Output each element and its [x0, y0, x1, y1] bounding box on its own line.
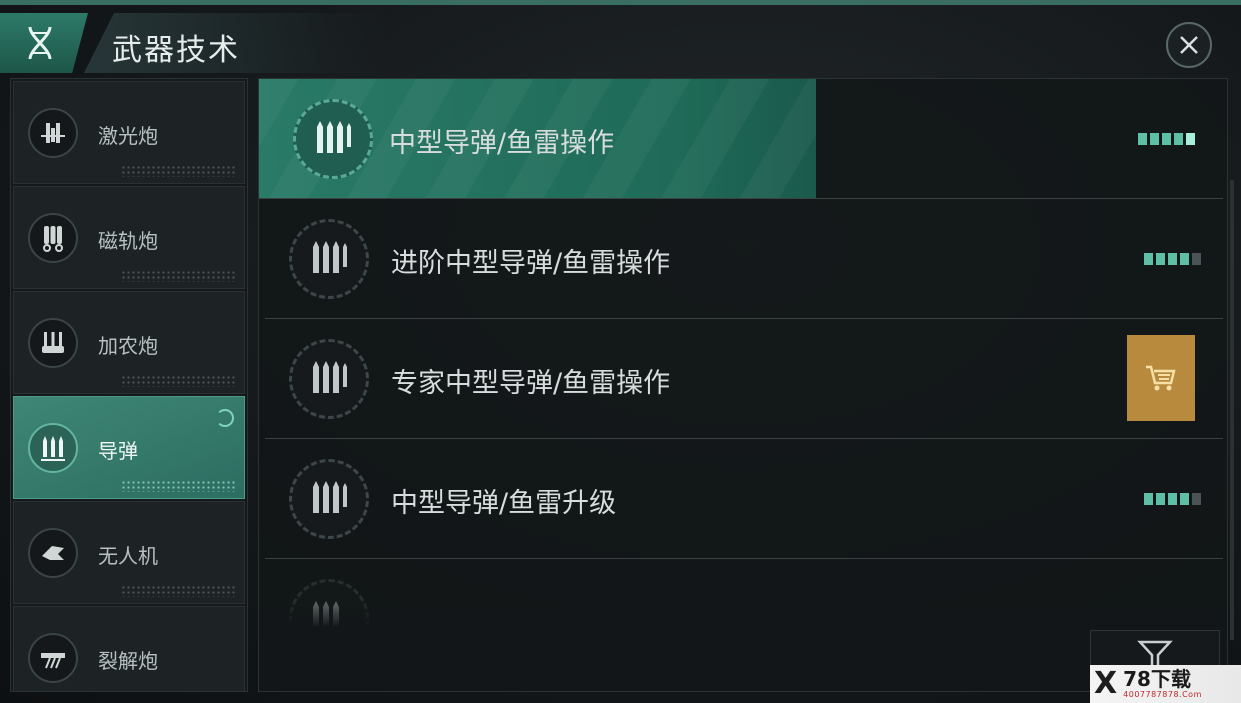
cannon-icon — [28, 318, 78, 368]
disintegrator-icon — [28, 633, 78, 683]
tech-row[interactable]: 进阶中型导弹/鱼雷操作 — [265, 199, 1223, 319]
progress-dots — [121, 165, 236, 177]
missile-tech-icon — [289, 459, 369, 539]
sidebar-item-label: 激光炮 — [98, 124, 158, 148]
tech-name: 进阶中型导弹/鱼雷操作 — [391, 248, 671, 279]
sidebar-item-missile[interactable]: 导弹 — [13, 396, 245, 499]
sidebar-item-railgun[interactable]: 磁轨炮 — [13, 186, 245, 289]
list-fade — [259, 599, 1223, 691]
railgun-icon — [28, 213, 78, 263]
close-button[interactable] — [1166, 22, 1212, 68]
tech-row[interactable]: 专家中型导弹/鱼雷操作 — [265, 319, 1223, 439]
sidebar-item-label: 裂解炮 — [98, 649, 158, 673]
progress-dots — [121, 480, 236, 492]
missile-tech-icon — [293, 99, 373, 179]
missile-icon — [28, 423, 78, 473]
watermark-sub: 4007787878.Com — [1123, 690, 1202, 699]
header: 武器技术 — [0, 5, 1241, 75]
sidebar-item-label: 磁轨炮 — [98, 229, 158, 253]
close-icon — [1180, 36, 1198, 54]
purchase-button[interactable] — [1127, 335, 1195, 421]
level-indicator — [1144, 493, 1201, 505]
watermark-main: 78下载 — [1123, 667, 1191, 691]
sidebar-item-laser[interactable]: 激光炮 — [13, 81, 245, 184]
sidebar-item-drone[interactable]: 无人机 — [13, 501, 245, 604]
watermark-logo: X 78下载 4007787878.Com — [1090, 665, 1241, 703]
drone-icon — [28, 528, 78, 578]
progress-dots — [121, 585, 236, 597]
dna-icon — [28, 26, 52, 60]
shopping-cart-icon — [1146, 365, 1176, 391]
missile-tech-icon — [289, 339, 369, 419]
tech-list-panel: 中型导弹/鱼雷操作 进阶中型导弹/鱼雷操作 专家中型导弹/鱼雷操作 中型导弹/鱼… — [258, 78, 1228, 692]
loading-ring-icon — [216, 409, 234, 427]
level-indicator — [1138, 133, 1195, 145]
page-title: 武器技术 — [112, 33, 240, 68]
sidebar-item-cannon[interactable]: 加农炮 — [13, 291, 245, 394]
tech-name: 中型导弹/鱼雷操作 — [389, 128, 615, 159]
sidebar-item-disintegrator[interactable]: 裂解炮 — [13, 606, 245, 691]
tech-tab[interactable] — [0, 13, 88, 73]
weapon-category-sidebar: 激光炮 磁轨炮 加农炮 导弹 无人机 裂解炮 — [10, 78, 248, 692]
tech-name: 中型导弹/鱼雷升级 — [391, 488, 617, 519]
progress-dots — [121, 270, 236, 282]
sidebar-item-label: 无人机 — [98, 544, 158, 568]
sidebar-item-label: 导弹 — [98, 439, 138, 463]
watermark-x: X — [1094, 666, 1118, 701]
laser-cannon-icon — [28, 108, 78, 158]
progress-dots — [121, 690, 236, 691]
tech-row-selected[interactable]: 中型导弹/鱼雷操作 — [259, 79, 1223, 199]
progress-dots — [121, 375, 236, 387]
tech-row[interactable]: 中型导弹/鱼雷升级 — [265, 439, 1223, 559]
scrollbar[interactable] — [1230, 180, 1234, 640]
sidebar-item-label: 加农炮 — [98, 334, 158, 358]
missile-tech-icon — [289, 219, 369, 299]
level-indicator — [1144, 253, 1201, 265]
tech-name: 专家中型导弹/鱼雷操作 — [391, 368, 671, 399]
